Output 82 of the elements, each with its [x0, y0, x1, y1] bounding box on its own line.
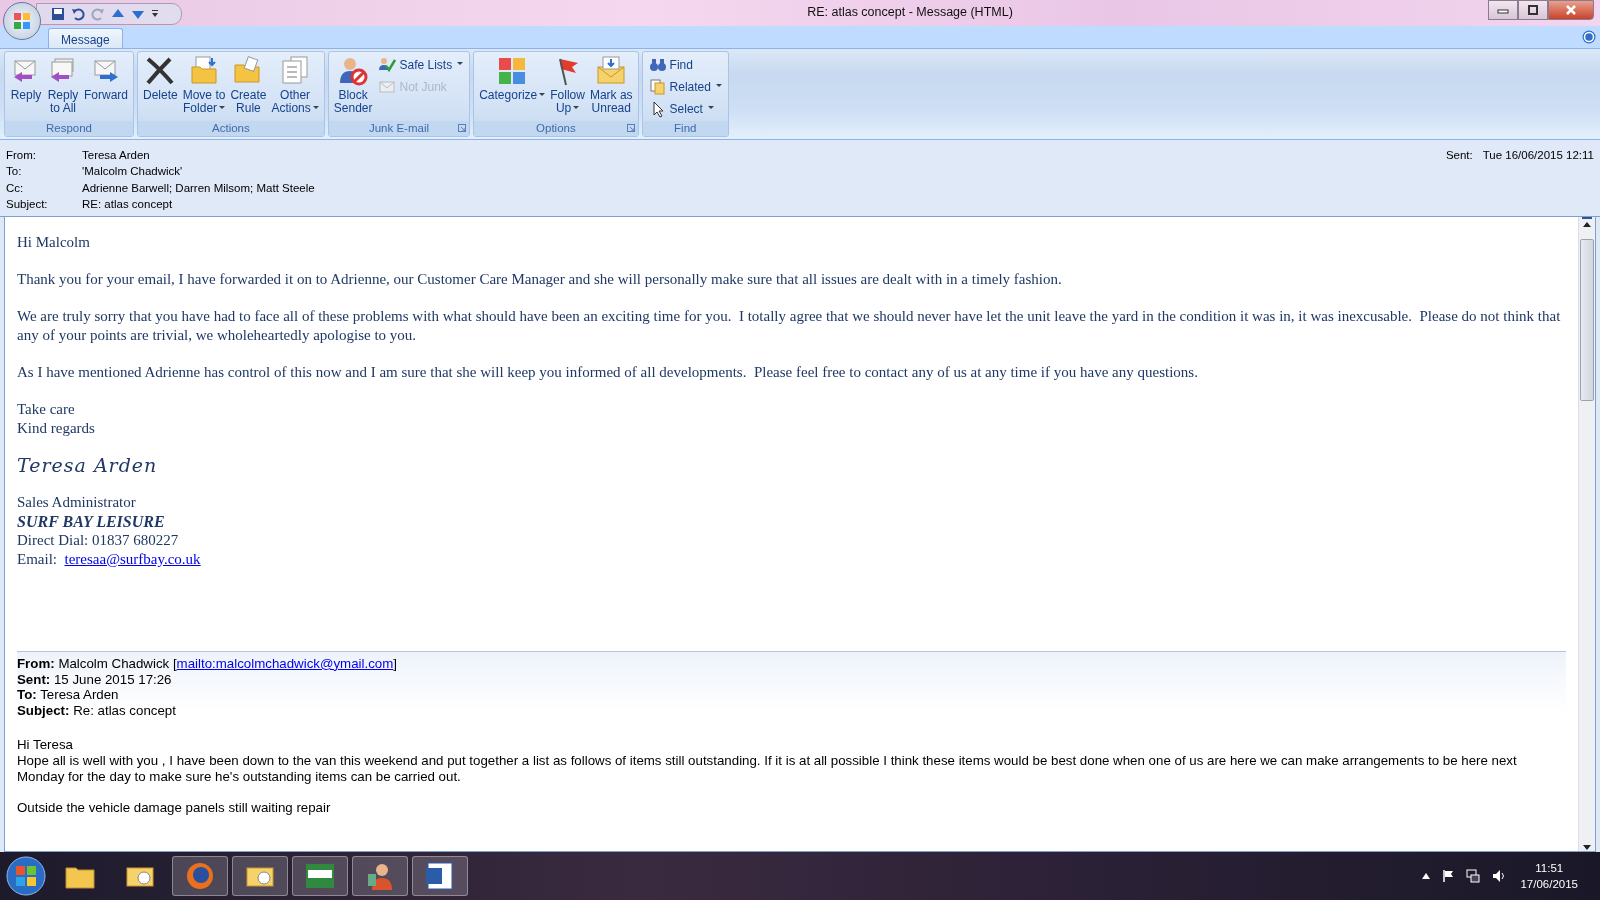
field-value: 'Malcolm Chadwick' — [82, 164, 184, 180]
dialog-launcher-icon[interactable] — [458, 123, 467, 132]
ribbon-button[interactable]: Move to Folder — [180, 53, 228, 121]
field-value: RE: atlas concept — [82, 197, 174, 213]
paragraph: We are truly sorry that you have had to face all of these problems with what should have been an exciting time for you. I totally agree that we should never have let the unit leave the yard in the condition it was in, it was inexcusable. Please do not think that any of your points are trivial, we wholeheartedly apologise to you. — [17, 306, 1562, 345]
clock-date[interactable]: 17/06/2015 — [1520, 876, 1578, 893]
ribbon-button[interactable]: Follow Up — [548, 53, 587, 121]
ribbon-button[interactable]: Other Actions — [269, 53, 321, 121]
quoted-field-label: Sent: — [17, 671, 51, 687]
customize-caret-icon — [151, 9, 159, 19]
clock-time[interactable]: 11:51 — [1520, 860, 1578, 877]
restore-button[interactable] — [1518, 0, 1548, 20]
documents-icon — [648, 77, 667, 96]
field-label: Sent: — [1445, 147, 1473, 163]
job-title: Sales Administrator — [17, 492, 137, 512]
help-icon — [1582, 30, 1596, 44]
ribbon-button[interactable]: Mark as Unread — [587, 53, 635, 121]
email-label: Email: — [17, 550, 57, 567]
ribbon-tab[interactable]: Message — [48, 28, 123, 48]
quoted-text: Hope all is well with you , I have been down to the van this weekend and put together a list as follows of items still outstanding. If it is at all possible I think these items would be best done when one of us are here we can make arrangements to be here next Monday for the day to make sure he's outstanding items can be carried out. — [17, 752, 1518, 785]
network-icon — [1466, 869, 1481, 884]
save-icon — [51, 7, 65, 21]
flag-icon — [1442, 869, 1455, 884]
quoted-field-label: To: — [17, 687, 37, 703]
start-button-icon — [4, 854, 48, 899]
field-label: Subject: — [6, 197, 49, 213]
undo-icon — [71, 7, 85, 21]
ribbon-button[interactable]: Forward — [82, 53, 130, 121]
quoted-field-value: Malcolm Chadwick [ — [58, 655, 177, 671]
close-icon — [1564, 3, 1578, 17]
quoted-field-value: 15 June 2015 17:26 — [53, 671, 172, 687]
field-value: Adrienne Barwell; Darren Milsom; Matt Steele — [82, 180, 315, 196]
group-label: Find — [674, 122, 697, 135]
field-label: Cc: — [6, 180, 25, 196]
scrollbar[interactable] — [1578, 216, 1595, 852]
field-label: To: — [6, 164, 23, 180]
scroll-up-icon — [1582, 216, 1592, 229]
field-value: Tue 16/06/2015 12:11 — [1482, 147, 1594, 163]
ribbon-button[interactable]: Reply to All — [45, 53, 81, 121]
group-label: Options — [536, 122, 576, 135]
closing-line: Take care — [17, 399, 76, 419]
quoted-field-value: Re: atlas concept — [73, 703, 176, 719]
window-title: RE: atlas concept - Message (HTML) — [806, 5, 1013, 19]
speaker-icon — [1492, 869, 1507, 884]
quoted-field-label: From: — [17, 655, 55, 671]
document-icon — [424, 860, 456, 893]
quoted-text: Hi Teresa — [17, 737, 74, 753]
group-label: Actions — [212, 122, 250, 135]
redo-icon — [91, 7, 105, 21]
quoted-text: Outside the vehicle damage panels still waiting repair — [17, 799, 332, 816]
safe-lists-icon — [378, 55, 397, 74]
email-link[interactable]: teresaa@surfbay.co.uk — [64, 550, 201, 567]
ribbon-button[interactable]: Block Sender — [331, 53, 375, 121]
quoted-field-label: Subject: — [17, 703, 70, 719]
field-label: From: — [6, 147, 38, 163]
company-name: SURF BAY LEISURE — [17, 511, 166, 531]
phone-line: Direct Dial: 01837 680227 — [17, 530, 180, 550]
ribbon-button[interactable]: Safe Lists — [375, 54, 467, 75]
closing-line: Kind regards — [17, 418, 96, 438]
office-logo — [14, 13, 30, 29]
ribbon-button[interactable]: Select — [645, 98, 725, 119]
signature-name: Teresa Arden — [17, 453, 159, 476]
ribbon-button[interactable]: Categorize — [477, 53, 548, 121]
ribbon-button[interactable]: Find — [645, 54, 725, 75]
paragraph: As I have mentioned Adrienne has control of this now and I am sure that she will keep you informed of all developments. Please feel free to contact any of us at any time if you have any questions. — [17, 362, 1199, 382]
restore-icon — [1526, 3, 1540, 17]
quoted-field-value: Teresa Arden — [40, 687, 119, 703]
scrollbar-thumb[interactable] — [1580, 238, 1594, 401]
close-button[interactable] — [1548, 0, 1594, 20]
group-label: Respond — [46, 122, 93, 135]
ribbon-button[interactable]: Delete — [141, 53, 180, 121]
dialog-launcher-icon[interactable] — [626, 123, 635, 132]
office-button[interactable] — [3, 2, 41, 40]
ribbon-button[interactable]: Reply — [8, 53, 44, 121]
paragraph: Thank you for your email, I have forwarded it on to Adrienne, our Customer Care Manager and she will personally make sure that all issues are dealt with in a timely fashion. — [17, 269, 1063, 289]
bracket-text: ] — [393, 655, 397, 671]
ribbon-button[interactable]: Related — [645, 76, 725, 97]
ribbon-button[interactable]: Create Rule — [228, 53, 269, 121]
field-value: Teresa Arden — [82, 147, 151, 163]
group-label: Junk E-mail — [368, 122, 429, 135]
greeting: Hi Malcolm — [17, 232, 91, 252]
up-arrow-icon — [1422, 873, 1431, 880]
